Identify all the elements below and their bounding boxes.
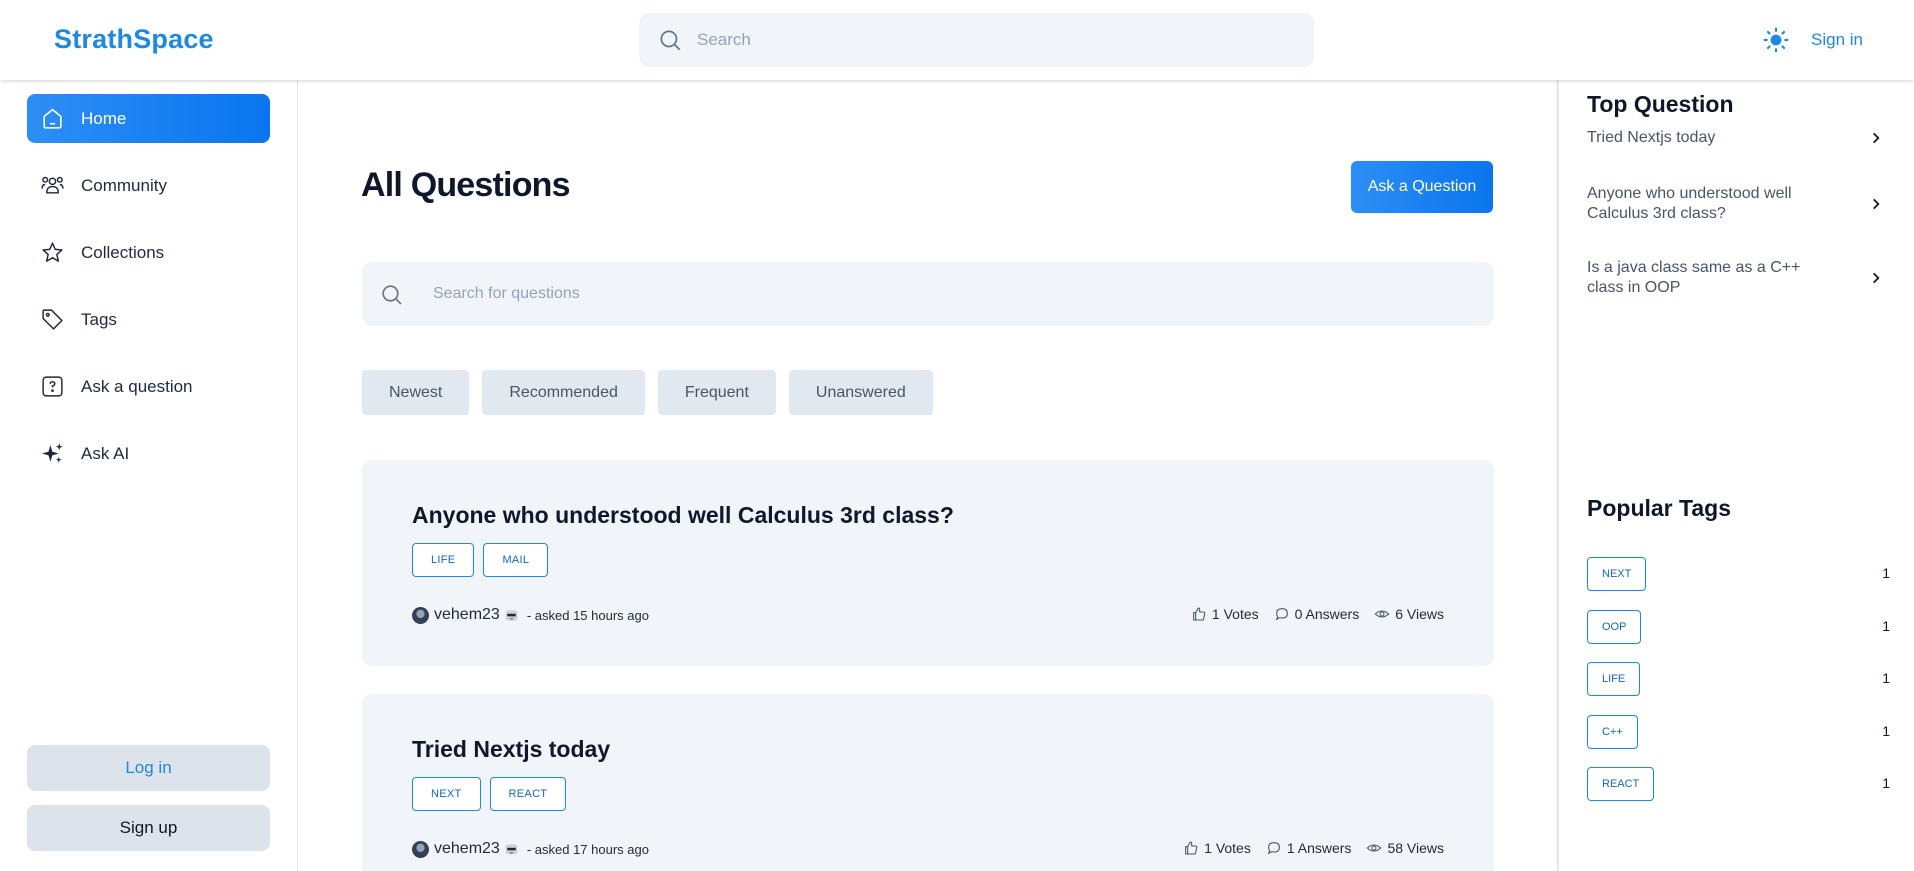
tag-count: 1 xyxy=(1882,723,1890,739)
tag-count: 1 xyxy=(1882,618,1890,634)
right-sidebar: Top Question Tried Nextjs today Anyone w… xyxy=(1557,80,1914,871)
avatar[interactable] xyxy=(412,840,429,858)
question-search[interactable] xyxy=(362,262,1494,326)
tag-count: 1 xyxy=(1882,565,1890,581)
sidebar-item-ask-ai[interactable]: Ask AI xyxy=(27,429,270,478)
sidebar-item-label: Tags xyxy=(81,310,117,329)
ask-question-button[interactable]: Ask a Question xyxy=(1351,161,1493,213)
top-question-item[interactable]: Anyone who understood well Calculus 3rd … xyxy=(1587,184,1883,224)
popular-tags-title: Popular Tags xyxy=(1587,495,1731,521)
sidebar-item-label: Ask AI xyxy=(81,444,130,463)
question-search-input[interactable] xyxy=(433,262,1473,326)
top-navbar: StrathSpace Sign in xyxy=(0,0,1914,80)
comment-icon xyxy=(1267,842,1280,855)
answers-count: 1 Answers xyxy=(1286,840,1352,856)
sparkles-icon xyxy=(42,443,63,463)
eye-icon xyxy=(1374,610,1390,618)
thumbs-up-icon xyxy=(1185,841,1198,855)
thumbs-up-icon xyxy=(1193,607,1206,621)
home-icon xyxy=(43,108,62,129)
question-tag[interactable]: LIFE xyxy=(412,543,475,577)
top-questions-title: Top Question xyxy=(1587,91,1734,117)
tag-icon xyxy=(42,309,63,330)
question-tags: NEXT REACT xyxy=(412,777,567,811)
question-tag[interactable]: NEXT xyxy=(412,777,481,811)
views-count: 6 Views xyxy=(1395,606,1444,622)
answers-count: 0 Answers xyxy=(1294,606,1360,622)
question-meta: vehem23 - asked 17 hours ago xyxy=(412,840,649,858)
top-question-text: Tried Nextjs today xyxy=(1587,129,1716,146)
page-title: All Questions xyxy=(361,166,571,204)
filter-frequent[interactable]: Frequent xyxy=(657,370,776,415)
comment-icon xyxy=(1275,608,1288,621)
sidebar-item-home[interactable]: Home xyxy=(27,94,270,143)
sun-icon[interactable] xyxy=(1763,27,1789,53)
signin-link[interactable]: Sign in xyxy=(1811,30,1863,50)
search-icon xyxy=(382,285,402,305)
question-title[interactable]: Tried Nextjs today xyxy=(412,736,610,763)
main-content: All Questions Ask a Question Newest Reco… xyxy=(298,80,1558,871)
asked-time: - asked 15 hours ago xyxy=(526,607,649,623)
filter-bar: Newest Recommended Frequent Unanswered xyxy=(362,370,933,415)
top-question-item[interactable]: Is a java class same as a C++ class in O… xyxy=(1587,258,1883,298)
views-count: 58 Views xyxy=(1387,840,1444,856)
sidebar-item-label: Community xyxy=(81,176,167,195)
chevron-right-icon xyxy=(1873,272,1880,284)
left-sidebar: Home Community Collections Tags Ask a qu… xyxy=(0,80,298,871)
eye-icon xyxy=(1366,844,1382,852)
login-button[interactable]: Log in xyxy=(27,745,270,791)
tag-count: 1 xyxy=(1882,670,1890,686)
sidebar-item-community[interactable]: Community xyxy=(27,161,270,210)
votes-count: 1 Votes xyxy=(1211,606,1259,622)
filter-unanswered[interactable]: Unanswered xyxy=(788,370,933,415)
top-question-text: Is a java class same as a C++ class in O… xyxy=(1587,259,1801,296)
popular-tag[interactable]: REACT xyxy=(1587,767,1655,801)
app-logo[interactable]: StrathSpace xyxy=(54,24,214,55)
author-name[interactable]: vehem23 xyxy=(434,606,500,624)
filter-recommended[interactable]: Recommended xyxy=(482,370,645,415)
popular-tag[interactable]: NEXT xyxy=(1587,557,1647,591)
signup-button[interactable]: Sign up xyxy=(27,805,270,851)
question-title[interactable]: Anyone who understood well Calculus 3rd … xyxy=(412,502,954,529)
question-icon xyxy=(42,376,63,397)
sidebar-item-label: Collections xyxy=(81,243,165,262)
sidebar-item-collections[interactable]: Collections xyxy=(27,228,270,277)
question-meta: vehem23 - asked 15 hours ago xyxy=(412,606,649,624)
author-name[interactable]: vehem23 xyxy=(434,840,500,858)
chevron-right-icon xyxy=(1873,198,1880,210)
sidebar-item-tags[interactable]: Tags xyxy=(27,295,270,344)
question-card: Anyone who understood well Calculus 3rd … xyxy=(362,460,1494,666)
popular-tag[interactable]: OOP xyxy=(1587,610,1642,644)
global-search[interactable] xyxy=(639,13,1314,67)
community-icon xyxy=(41,176,64,194)
popular-tag[interactable]: C++ xyxy=(1587,715,1638,749)
question-card: Tried Nextjs today NEXT REACT vehem23 - … xyxy=(362,694,1494,871)
avatar[interactable] xyxy=(412,606,429,624)
global-search-input[interactable] xyxy=(697,13,1297,67)
question-tag[interactable]: REACT xyxy=(489,777,567,811)
question-tags: LIFE MAIL xyxy=(412,543,549,577)
asked-time: - asked 17 hours ago xyxy=(526,841,649,857)
star-icon xyxy=(42,242,63,262)
chevron-right-icon xyxy=(1873,132,1880,144)
top-question-text: Anyone who understood well Calculus 3rd … xyxy=(1587,185,1792,222)
votes-count: 1 Votes xyxy=(1204,840,1251,856)
top-question-item[interactable]: Tried Nextjs today xyxy=(1587,128,1883,148)
question-stats: 1 Votes 0 Answers 6 Views xyxy=(1191,606,1444,622)
robot-icon xyxy=(505,609,518,621)
sidebar-item-label: Ask a question xyxy=(81,377,193,396)
search-icon xyxy=(660,30,681,51)
robot-icon xyxy=(505,843,518,855)
question-stats: 1 Votes 1 Answers 58 Views xyxy=(1183,840,1444,856)
filter-newest[interactable]: Newest xyxy=(362,370,470,415)
sidebar-item-label: Home xyxy=(81,109,127,128)
question-tag[interactable]: MAIL xyxy=(483,543,549,577)
sidebar-item-ask-question[interactable]: Ask a question xyxy=(27,362,270,411)
tag-count: 1 xyxy=(1882,775,1890,791)
popular-tag[interactable]: LIFE xyxy=(1587,662,1641,696)
